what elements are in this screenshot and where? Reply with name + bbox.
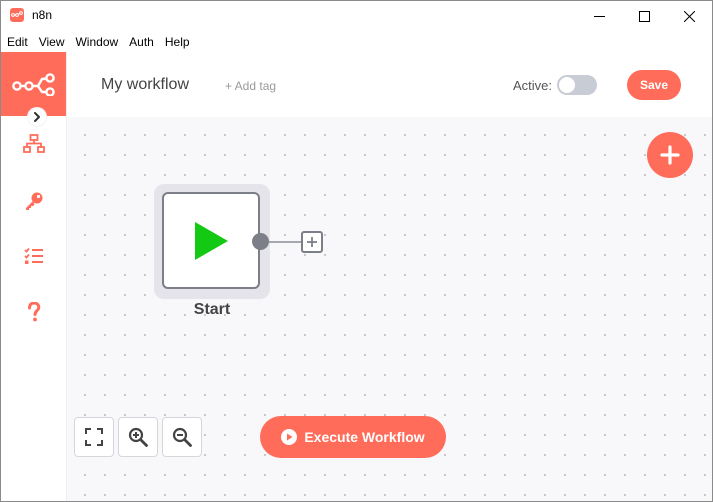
workflow-header: My workflow + Add tag Active: Save: [67, 52, 712, 117]
n8n-logo-icon: [11, 73, 55, 96]
menu-auth[interactable]: Auth: [123, 32, 159, 52]
start-node[interactable]: [162, 192, 260, 289]
zoom-out-icon: [172, 427, 192, 447]
workflows-icon: [23, 134, 45, 153]
chevron-right-icon: [34, 112, 40, 122]
minimize-icon: [593, 15, 605, 17]
menu-help[interactable]: Help: [159, 32, 195, 52]
plus-small-icon: [307, 237, 317, 247]
node-add-connection-button[interactable]: [301, 231, 323, 253]
menu-edit[interactable]: Edit: [1, 32, 33, 52]
menu-window[interactable]: Window: [69, 32, 123, 52]
node-output-handle[interactable]: [252, 233, 269, 250]
zoom-out-button[interactable]: [162, 417, 202, 457]
save-button[interactable]: Save: [627, 70, 681, 100]
start-node-label: Start: [193, 301, 231, 318]
zoom-in-button[interactable]: [118, 417, 158, 457]
toggle-knob: [559, 77, 575, 93]
play-icon: [195, 221, 228, 260]
execute-workflow-label: Execute Workflow: [304, 429, 425, 445]
workflow-name[interactable]: My workflow: [101, 76, 189, 94]
title-bar: n8n: [1, 1, 712, 31]
n8n-logo[interactable]: [1, 52, 66, 116]
sidebar-item-workflows[interactable]: [22, 132, 46, 156]
help-icon: [28, 302, 41, 322]
active-label: Active:: [513, 78, 553, 93]
active-toggle[interactable]: [557, 75, 597, 95]
add-node-button[interactable]: [647, 132, 693, 178]
close-icon: [683, 10, 695, 22]
zoom-in-icon: [128, 427, 148, 447]
plus-icon: [660, 145, 680, 165]
execute-workflow-button[interactable]: Execute Workflow: [260, 416, 446, 458]
collapse-sidebar-button[interactable]: [28, 108, 46, 126]
node-connector-line: [269, 241, 301, 243]
close-button[interactable]: [666, 1, 712, 31]
add-tag-link[interactable]: + Add tag: [225, 79, 276, 93]
sidebar-item-executions[interactable]: [22, 244, 46, 268]
zoom-to-fit-button[interactable]: [74, 417, 114, 457]
key-icon: [26, 192, 43, 210]
executions-list-icon: [24, 247, 43, 264]
app-window: n8n Edit View Window Auth Help My workfl…: [0, 0, 713, 502]
sidebar-item-credentials[interactable]: [22, 189, 46, 213]
menu-bar: Edit View Window Auth Help: [1, 32, 712, 52]
maximize-icon: [638, 10, 650, 22]
window-title: n8n: [32, 8, 53, 22]
minimize-button[interactable]: [576, 1, 622, 31]
menu-view[interactable]: View: [33, 32, 70, 52]
maximize-button[interactable]: [621, 1, 667, 31]
n8n-app-icon: [10, 8, 24, 22]
sidebar-item-help[interactable]: [22, 300, 46, 324]
sidebar: [1, 52, 67, 501]
play-circle-icon: [281, 429, 298, 445]
fullscreen-icon: [85, 428, 103, 446]
